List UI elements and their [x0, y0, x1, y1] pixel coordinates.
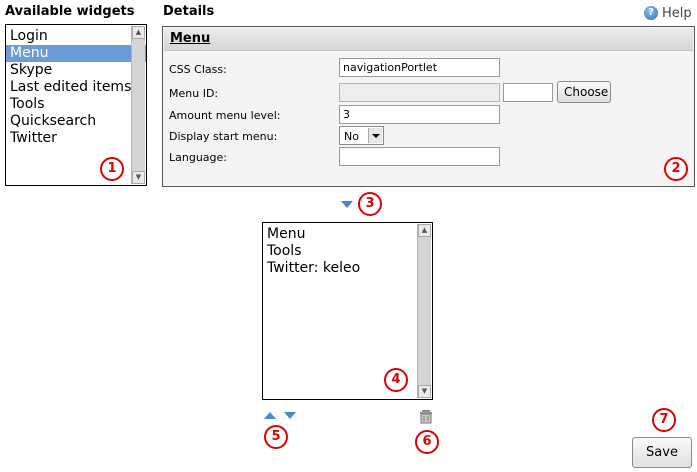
display-start-menu-label: Display start menu:	[169, 130, 278, 143]
css-class-input[interactable]	[339, 58, 500, 77]
available-widgets-list[interactable]: Login Menu Skype Last edited items Tools…	[5, 24, 147, 186]
help-label: Help	[662, 6, 692, 21]
details-panel: Menu CSS Class: Menu ID: Choose Amount m…	[162, 26, 695, 187]
details-title: Details	[163, 4, 215, 19]
move-down-arrow-down-icon[interactable]	[284, 412, 296, 419]
callout-7: 7	[652, 408, 676, 432]
callout-4: 4	[384, 368, 408, 392]
menu-id-input	[339, 83, 500, 102]
chevron-down-icon	[368, 128, 382, 143]
list-item[interactable]: Twitter: keleo	[263, 260, 432, 277]
details-header: Menu	[164, 28, 693, 51]
scroll-down-icon[interactable]: ▼	[132, 171, 145, 184]
amount-menu-level-label: Amount menu level:	[169, 109, 281, 122]
callout-1: 1	[100, 157, 124, 181]
scroll-up-icon[interactable]: ▲	[132, 26, 145, 39]
save-button[interactable]: Save	[632, 437, 692, 468]
list-item[interactable]: Login	[6, 28, 146, 45]
help-link[interactable]: ? Help	[644, 5, 696, 23]
callout-3: 3	[358, 192, 382, 216]
css-class-label: CSS Class:	[169, 63, 227, 76]
list-item[interactable]: Menu	[263, 226, 432, 243]
selected-widgets-scrollbar[interactable]: ▲ ▼	[417, 224, 431, 398]
display-start-menu-value: No	[344, 130, 359, 143]
list-item[interactable]: Tools	[6, 96, 146, 113]
list-item[interactable]: Twitter	[6, 130, 146, 147]
language-input[interactable]	[339, 147, 500, 166]
amount-menu-level-input[interactable]	[339, 105, 500, 124]
selected-widgets-list[interactable]: Menu Tools Twitter: keleo ▲ ▼	[262, 222, 433, 400]
language-label: Language:	[169, 151, 227, 164]
help-icon: ?	[644, 6, 658, 20]
available-widgets-items: Login Menu Skype Last edited items Tools…	[6, 25, 146, 147]
callout-5: 5	[264, 425, 288, 449]
list-item[interactable]: Last edited items	[6, 79, 146, 96]
list-item[interactable]: Quicksearch	[6, 113, 146, 130]
available-widgets-title: Available widgets	[5, 4, 135, 19]
selected-widgets-items: Menu Tools Twitter: keleo	[263, 223, 432, 277]
widget-name: Menu	[170, 31, 211, 46]
add-widget-arrow-down-icon[interactable]	[341, 201, 353, 208]
move-up-arrow-up-icon[interactable]	[264, 412, 276, 419]
available-widgets-scrollbar[interactable]: ▲ ▼	[131, 26, 145, 184]
trash-icon[interactable]	[419, 409, 433, 424]
list-item[interactable]: Tools	[263, 243, 432, 260]
list-item-selected[interactable]: Menu	[6, 45, 146, 62]
scroll-down-icon[interactable]: ▼	[418, 385, 431, 398]
scroll-up-icon[interactable]: ▲	[418, 224, 431, 237]
list-item[interactable]: Skype	[6, 62, 146, 79]
menu-id-label: Menu ID:	[169, 87, 219, 100]
display-start-menu-select[interactable]: No	[339, 126, 384, 145]
choose-button[interactable]: Choose	[557, 81, 611, 103]
callout-6: 6	[415, 430, 439, 454]
callout-2: 2	[664, 157, 688, 181]
menu-id-secondary-input[interactable]	[503, 83, 553, 102]
